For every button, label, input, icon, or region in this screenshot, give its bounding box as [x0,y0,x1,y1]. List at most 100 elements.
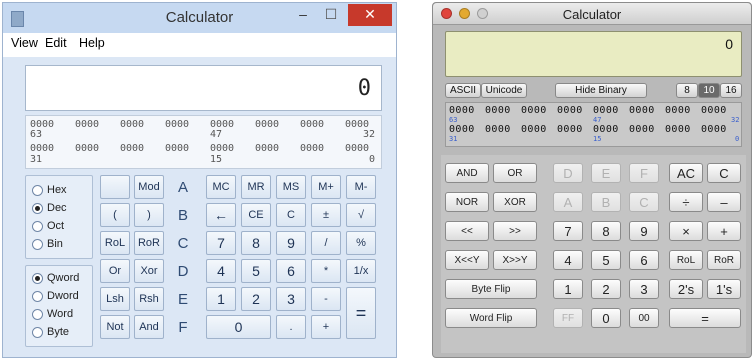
lsh-button[interactable]: Lsh [100,287,130,311]
digit-3-button[interactable]: 3 [276,287,306,311]
digit-4-button[interactable]: 4 [206,259,236,283]
unicode-mode-button[interactable]: Unicode [481,83,527,98]
radio-hex[interactable]: Hex [32,184,67,196]
byte-flip-key[interactable]: Byte Flip [445,279,537,299]
digit-6-button[interactable]: 6 [276,259,306,283]
radio-byte[interactable]: Byte [32,326,69,338]
double-zero-key[interactable]: 00 [629,308,659,328]
digit-7-key[interactable]: 7 [553,221,583,241]
blank-button[interactable] [100,175,130,199]
add-key[interactable]: + [707,221,741,241]
mr-button[interactable]: MR [241,175,271,199]
shift-left-y-key[interactable]: X<<Y [445,250,489,270]
m-plus-button[interactable]: M+ [311,175,341,199]
ff-key[interactable]: FF [553,308,583,328]
clear-button[interactable]: C [276,203,306,227]
digit-8-key[interactable]: 8 [591,221,621,241]
digit-0-button[interactable]: 0 [206,315,271,339]
base-8-button[interactable]: 8 [676,83,698,98]
digit-5-button[interactable]: 5 [241,259,271,283]
hex-b-key[interactable]: B [591,192,621,212]
digit-2-key[interactable]: 2 [591,279,621,299]
title-bar[interactable]: Calculator [433,3,751,25]
nor-key[interactable]: NOR [445,192,489,212]
digit-9-key[interactable]: 9 [629,221,659,241]
close-paren-button[interactable]: ) [134,203,164,227]
hex-d-key[interactable]: D [553,163,583,183]
percent-button[interactable]: % [346,231,376,255]
digit-9-button[interactable]: 9 [276,231,306,255]
add-button[interactable]: + [311,315,341,339]
close-button[interactable]: ✕ [348,4,392,26]
radio-oct[interactable]: Oct [32,220,64,232]
rol-button[interactable]: RoL [100,231,130,255]
clear-key[interactable]: C [707,163,741,183]
title-bar[interactable]: Calculator – ☐ ✕ [3,3,396,33]
divide-key[interactable]: ÷ [669,192,703,212]
radio-bin[interactable]: Bin [32,238,63,250]
and-key[interactable]: AND [445,163,489,183]
digit-7-button[interactable]: 7 [206,231,236,255]
or-key[interactable]: OR [493,163,537,183]
reciprocal-button[interactable]: 1/x [346,259,376,283]
all-clear-key[interactable]: AC [669,163,703,183]
maximize-button[interactable]: ☐ [318,4,344,26]
shift-right-key[interactable]: >> [493,221,537,241]
digit-1-button[interactable]: 1 [206,287,236,311]
backspace-button[interactable]: ← [206,203,236,227]
hex-a-button[interactable]: A [168,175,198,199]
rsh-button[interactable]: Rsh [134,287,164,311]
ones-complement-key[interactable]: 1's [707,279,741,299]
ms-button[interactable]: MS [276,175,306,199]
radio-dword[interactable]: Dword [32,290,79,302]
radio-word[interactable]: Word [32,308,73,320]
shift-right-y-key[interactable]: X>>Y [493,250,537,270]
shift-left-key[interactable]: << [445,221,489,241]
not-button[interactable]: Not [100,315,130,339]
word-flip-key[interactable]: Word Flip [445,308,537,328]
sqrt-button[interactable]: √ [346,203,376,227]
radio-qword[interactable]: Qword [32,272,79,284]
digit-3-key[interactable]: 3 [629,279,659,299]
xor-button[interactable]: Xor [134,259,164,283]
equals-button[interactable]: = [346,287,376,339]
radio-dec[interactable]: Dec [32,202,67,214]
subtract-key[interactable]: – [707,192,741,212]
menu-edit[interactable]: Edit [45,36,67,50]
hex-d-button[interactable]: D [168,259,198,283]
digit-6-key[interactable]: 6 [629,250,659,270]
hide-binary-button[interactable]: Hide Binary [555,83,647,98]
multiply-key[interactable]: × [669,221,703,241]
ascii-mode-button[interactable]: ASCII [445,83,481,98]
hex-a-key[interactable]: A [553,192,583,212]
digit-8-button[interactable]: 8 [241,231,271,255]
digit-1-key[interactable]: 1 [553,279,583,299]
equals-key[interactable]: = [669,308,741,328]
digit-0-key[interactable]: 0 [591,308,621,328]
divide-button[interactable]: / [311,231,341,255]
subtract-button[interactable]: - [311,287,341,311]
ror-button[interactable]: RoR [134,231,164,255]
hex-c-key[interactable]: C [629,192,659,212]
xor-key[interactable]: XOR [493,192,537,212]
base-10-button[interactable]: 10 [698,83,720,98]
hex-e-button[interactable]: E [168,287,198,311]
mc-button[interactable]: MC [206,175,236,199]
minimize-button[interactable]: – [290,4,316,26]
hex-f-key[interactable]: F [629,163,659,183]
hex-f-button[interactable]: F [168,315,198,339]
digit-2-button[interactable]: 2 [241,287,271,311]
binary-display[interactable]: 0000 0000 0000 0000 0000 0000 0000 0000 … [445,102,742,147]
rol-key[interactable]: RoL [669,250,703,270]
negate-button[interactable]: ± [311,203,341,227]
hex-e-key[interactable]: E [591,163,621,183]
mod-button[interactable]: Mod [134,175,164,199]
digit-5-key[interactable]: 5 [591,250,621,270]
decimal-button[interactable]: . [276,315,306,339]
twos-complement-key[interactable]: 2's [669,279,703,299]
and-button[interactable]: And [134,315,164,339]
or-button[interactable]: Or [100,259,130,283]
multiply-button[interactable]: * [311,259,341,283]
base-16-button[interactable]: 16 [720,83,742,98]
menu-view[interactable]: View [11,36,38,50]
